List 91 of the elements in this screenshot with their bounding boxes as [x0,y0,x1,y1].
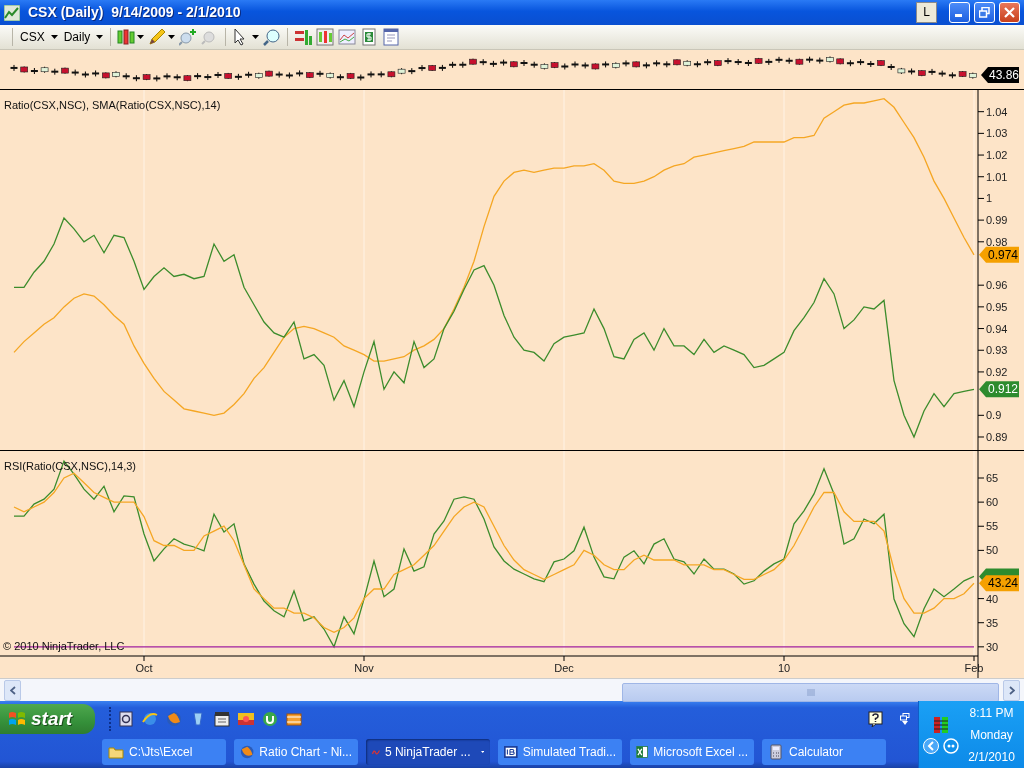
instrument-dropdown[interactable]: CSX [17,26,61,48]
axis-tick-label: 0.96 [986,279,1008,292]
clock-day: Monday [970,725,1013,744]
axis-tick-label: 30 [986,640,999,653]
axis-tick-label: 1 [986,192,993,205]
line-chart-icon [338,28,357,46]
scroll-left-button[interactable] [4,679,21,701]
pencil-button[interactable] [146,26,178,48]
axis-tick-label: 65 [986,472,999,484]
document-icon[interactable] [118,711,134,727]
caret-icon[interactable] [902,721,908,725]
restore-button[interactable] [974,2,995,23]
caret-icon [96,35,104,39]
axis-tick-label: 0.92 [986,365,1008,378]
axis-tick-label: 0.95 [986,300,1008,313]
bar-chart-icon [294,28,313,46]
axis-tick-label: 40 [986,592,999,605]
scroll-right-button[interactable] [1003,679,1020,701]
signal-bars-icon[interactable] [933,715,949,734]
candlestick-icon [117,28,136,46]
clock-time[interactable]: 8:11 PM [969,703,1014,722]
chevron-right-icon [1008,685,1015,695]
help-icon[interactable] [868,711,884,727]
scroll-thumb[interactable] [622,683,999,702]
caret-icon [480,750,484,754]
sunset-icon[interactable] [238,711,254,727]
taskbar-button[interactable]: Calculator [762,739,886,765]
close-button[interactable] [999,2,1020,23]
minimize-button[interactable] [949,2,970,23]
windows-flag-icon [8,710,26,728]
axis-tick-label: 0.98 [986,235,1008,248]
ib-logo-icon [504,744,518,760]
chart-icon [4,4,20,21]
axis-tick-label: Dec [554,662,574,674]
caret-icon [252,35,260,39]
calculator-icon [768,744,784,760]
axis-tick-label: 0.94 [986,322,1008,335]
axis-tick-label: 0.99 [986,214,1008,227]
axis-tick-label: 50 [986,544,999,557]
axis-tick-label: Oct [135,662,153,674]
magnifier-icon [263,28,282,46]
caret-icon [50,35,58,39]
axis-tick-label: 0.9 [986,409,1002,422]
zoom-in-icon [179,28,198,46]
start-button[interactable]: start [0,704,95,734]
axis-tick-label: 1.03 [986,127,1008,140]
close-icon [1004,7,1015,18]
window-title: CSX (Daily) 9/14/2009 - 2/1/2010 [28,3,241,22]
axis-tick-label: 1.01 [986,170,1008,183]
axis-tick-label: 60 [986,496,999,509]
value-tag: 43.24 [979,575,1019,592]
candlestick-icon [316,28,335,46]
axis-tick-label: 1.04 [986,105,1008,118]
axis-tick-label: 0.93 [986,344,1008,357]
caret-icon [168,35,176,39]
panel-title: Ratio(CSX,NSC), SMA(Ratio(CSX,NSC),14) [4,99,221,111]
pencil-icon [148,28,167,46]
line-chart-button[interactable] [336,26,359,48]
axis-tick-label: 1.02 [986,149,1008,162]
restore-icon[interactable] [900,713,910,721]
axis-tick-label: 10 [777,662,791,674]
dollar-document-icon [360,28,379,46]
taskbar-button[interactable]: 5 NinjaTrader ... [366,739,490,765]
taskbar-button[interactable]: Ratio Chart - Ni... [234,739,358,765]
taskbar-button[interactable]: Microsoft Excel ... [630,739,754,765]
circle-letter-icon[interactable] [262,711,278,727]
clock-date: 2/1/2010 [968,748,1015,766]
axis-tick-label: Nov [354,662,374,674]
restore-icon [979,7,990,18]
folder-icon [108,744,124,760]
axis-tick-label: 35 [986,616,999,629]
interval-dropdown[interactable]: Daily [60,26,107,48]
title-bar-button[interactable]: L [916,2,937,23]
network-icon[interactable] [943,737,959,754]
price-tag: 43.86 [981,67,1020,83]
taskbar-button[interactable]: Simulated Tradi... [498,739,622,765]
axis-tick-label: 0.89 [986,431,1008,443]
taskbar-button[interactable]: C:\Jts\Excel [102,739,226,765]
value-tag: 0.974 [979,246,1019,263]
window-panel-icon [382,28,401,46]
cup-icon[interactable] [190,711,206,727]
candlestick-button[interactable] [314,26,337,48]
grip-icon [806,689,815,696]
value-tag: 0.912 [979,381,1019,398]
caret-icon [137,35,145,39]
chevron-left-icon[interactable] [923,737,939,754]
candlestick-button[interactable] [115,26,147,48]
axis-tick-label: 55 [986,520,999,533]
calendar-icon[interactable] [214,711,230,727]
chevron-left-icon [9,685,16,695]
spreadsheet-icon [636,744,649,760]
